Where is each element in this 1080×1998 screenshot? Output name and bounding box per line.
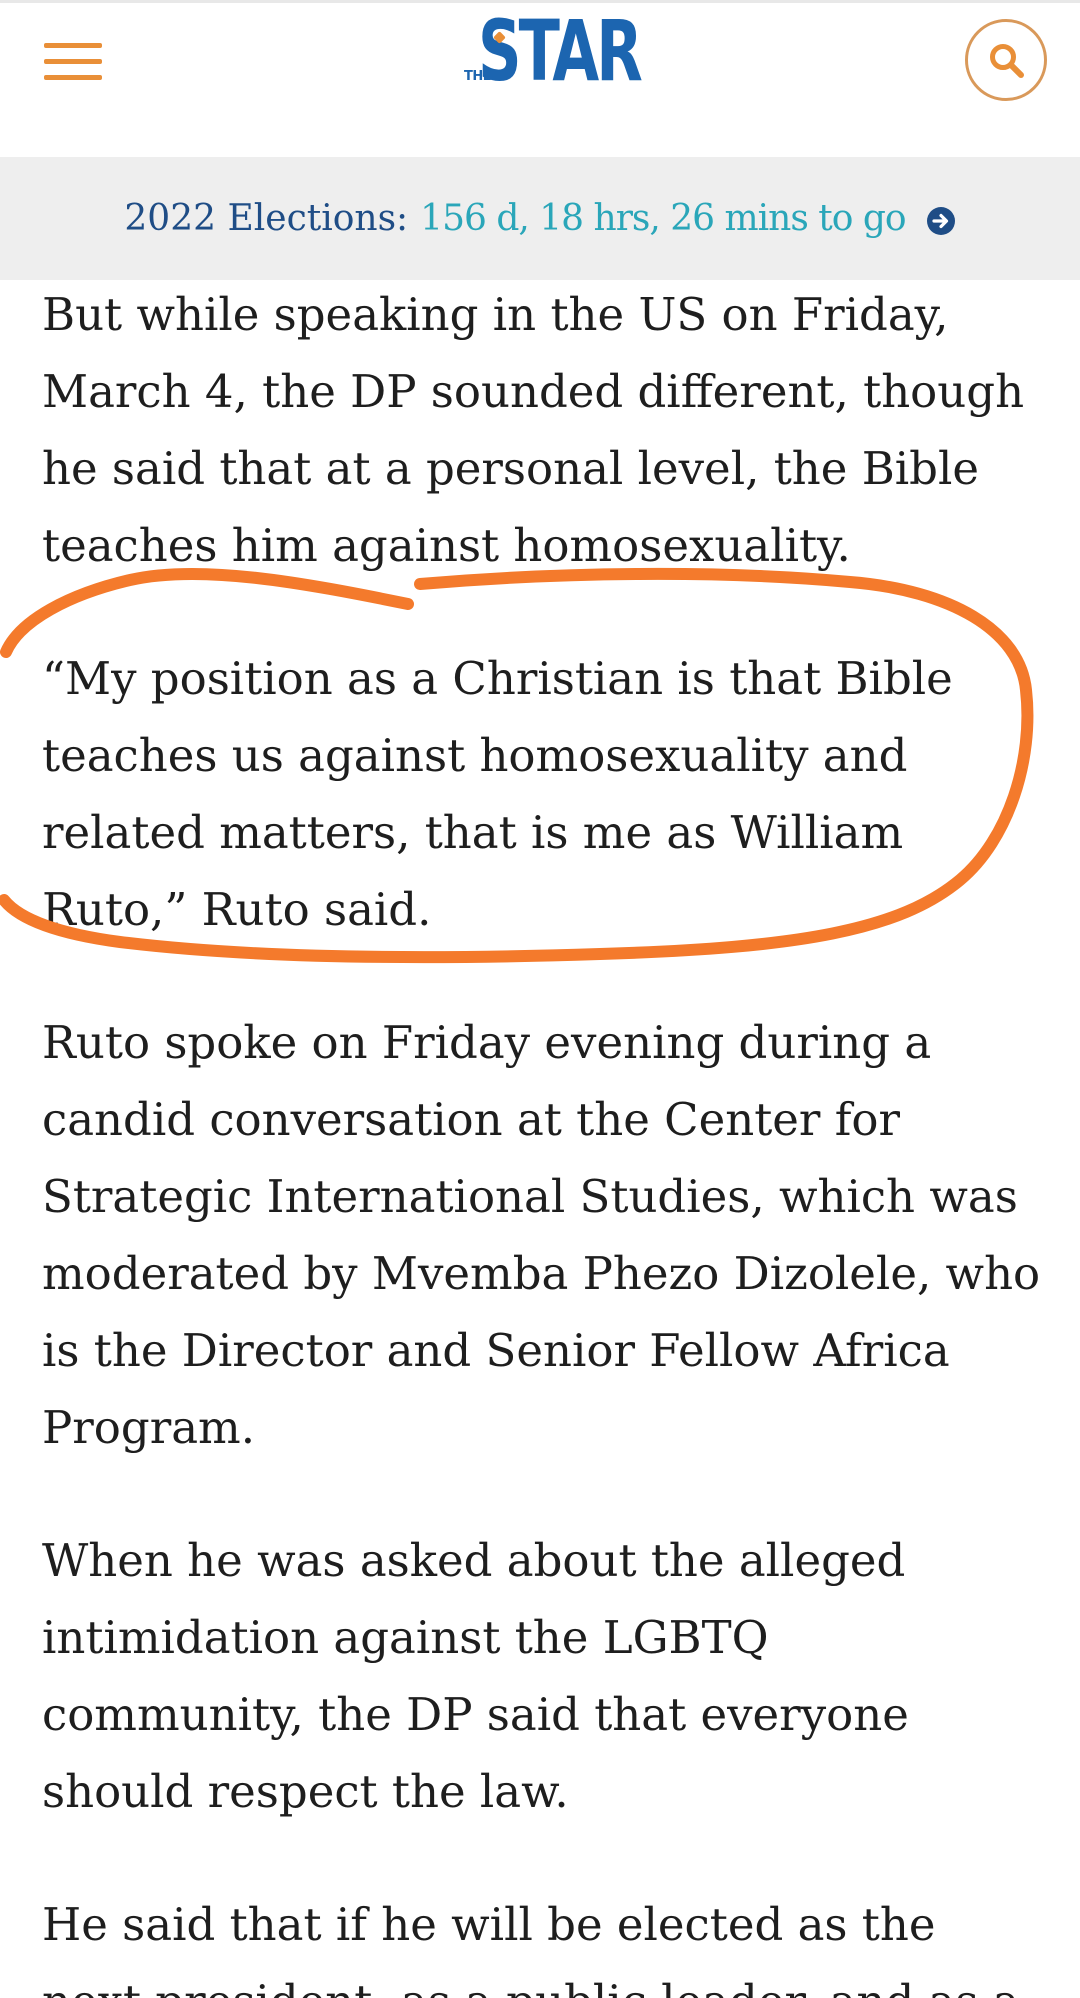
search-button[interactable] [965, 19, 1047, 101]
article-paragraph: But while speaking in the US on Friday, … [42, 288, 1025, 572]
hamburger-menu-icon[interactable] [44, 41, 104, 85]
article-paragraph: When he was asked about the alleged inti… [42, 1534, 909, 1818]
article-paragraph: He said that if he will be elected as th… [42, 1898, 1020, 1998]
arrow-right-circle-icon[interactable] [926, 204, 956, 235]
site-logo[interactable]: THE STAR [462, 9, 643, 109]
menu-line [44, 75, 102, 80]
article-paragraph: Ruto spoke on Friday evening during a ca… [42, 1016, 1041, 1454]
menu-line [44, 43, 102, 48]
menu-line [44, 59, 102, 64]
article-quote-paragraph: “My position as a Christian is that Bibl… [42, 652, 953, 936]
elections-countdown-banner[interactable]: 2022 Elections: 156 d, 18 hrs, 26 mins t… [0, 157, 1080, 280]
article-body: But while speaking in the US on Friday, … [42, 276, 1042, 1998]
search-icon [990, 44, 1024, 78]
banner-label: 2022 Elections: [124, 198, 409, 239]
banner-countdown[interactable]: 156 d, 18 hrs, 26 mins to go [420, 198, 906, 239]
logo-star: STAR [478, 2, 643, 100]
site-header: THE STAR [0, 0, 1080, 157]
